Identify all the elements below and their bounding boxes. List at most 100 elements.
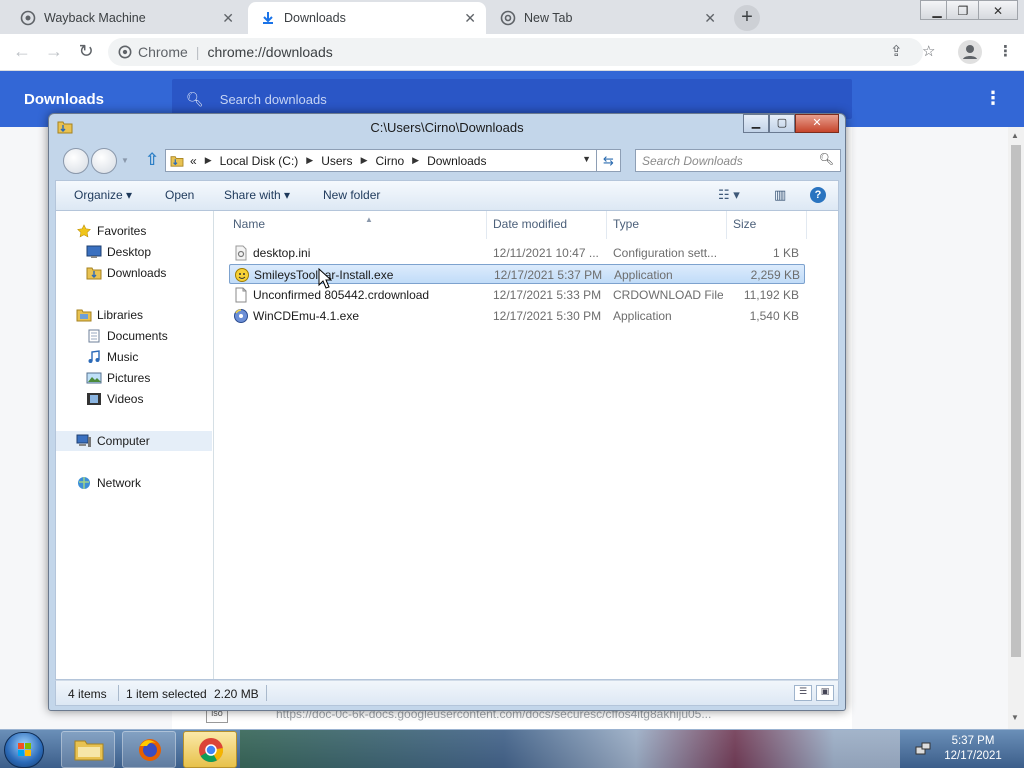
nav-item-desktop[interactable]: Desktop xyxy=(56,242,212,262)
forward-button[interactable] xyxy=(91,148,117,174)
close-window-button[interactable]: ✕ xyxy=(978,0,1018,20)
breadcrumb-item[interactable]: Users xyxy=(321,154,352,168)
nav-label: Documents xyxy=(107,329,168,343)
share-with-button[interactable]: Share with ▾ xyxy=(224,188,290,202)
file-size: 1 KB xyxy=(772,246,799,260)
breadcrumb-item[interactable]: Cirno xyxy=(375,154,404,168)
new-folder-button[interactable]: New folder xyxy=(323,188,380,202)
nav-item-documents[interactable]: Documents xyxy=(56,326,212,346)
status-divider xyxy=(118,685,119,701)
reload-icon[interactable]: ↻ xyxy=(74,41,98,62)
recent-pages-arrow-icon[interactable]: ▼ xyxy=(121,156,129,165)
nav-label: Pictures xyxy=(107,371,151,385)
close-tab-icon[interactable]: ✕ xyxy=(704,10,716,27)
chip-label: Chrome xyxy=(138,44,188,60)
details-view-icon[interactable]: ☰ xyxy=(794,685,812,701)
taskbar-wallpaper xyxy=(240,730,900,768)
breadcrumb-overflow[interactable]: « xyxy=(190,154,197,168)
start-button[interactable] xyxy=(4,732,44,768)
tab-wayback-machine[interactable]: Wayback Machine ✕ xyxy=(8,2,244,34)
breadcrumb[interactable]: « ▶ Local Disk (C:) ▶ Users ▶ Cirno ▶ Do… xyxy=(165,149,597,172)
nav-favorites[interactable]: Favorites xyxy=(56,221,212,241)
up-arrow-icon[interactable]: ⇧ xyxy=(145,150,159,170)
computer-icon xyxy=(76,434,91,447)
column-header-name[interactable]: ▲ Name xyxy=(227,211,487,239)
taskbar-explorer[interactable] xyxy=(61,731,115,768)
chevron-right-icon[interactable]: ▶ xyxy=(412,155,419,166)
documents-icon xyxy=(88,329,100,343)
search-input[interactable]: Search Downloads 🔍︎ xyxy=(635,149,841,172)
back-arrow-icon[interactable]: ← xyxy=(10,41,34,62)
chevron-right-icon[interactable]: ▶ xyxy=(205,155,212,166)
address-bar[interactable]: Chrome | chrome://downloads xyxy=(108,38,923,66)
nav-item-downloads[interactable]: Downloads xyxy=(56,263,212,283)
tab-downloads[interactable]: Downloads ✕ xyxy=(248,2,486,34)
file-type: CRDOWNLOAD File xyxy=(613,288,723,302)
share-icon[interactable]: ⇪ xyxy=(890,42,903,60)
nav-item-videos[interactable]: Videos xyxy=(56,389,212,409)
chevron-right-icon[interactable]: ▶ xyxy=(306,155,313,166)
forward-arrow-icon[interactable]: → xyxy=(42,41,66,62)
large-icons-view-icon[interactable]: ▣ xyxy=(816,685,834,701)
bookmark-star-icon[interactable]: ☆ xyxy=(922,42,935,60)
file-row-unconfirmed-crdownload[interactable]: Unconfirmed 805442.crdownload 12/17/2021… xyxy=(229,285,805,305)
column-header-size[interactable]: Size xyxy=(727,211,807,239)
nav-label: Desktop xyxy=(107,245,152,259)
scroll-thumb[interactable] xyxy=(1011,145,1021,657)
tab-new-tab[interactable]: New Tab ✕ xyxy=(488,2,726,34)
preview-pane-icon[interactable]: ▥ xyxy=(774,187,786,203)
column-header-date[interactable]: Date modified xyxy=(487,211,607,239)
nav-item-music[interactable]: Music xyxy=(56,347,212,367)
help-icon[interactable]: ? xyxy=(810,187,826,203)
organize-button[interactable]: Organize ▾ xyxy=(74,188,132,202)
close-tab-icon[interactable]: ✕ xyxy=(222,10,234,27)
scroll-up-icon[interactable]: ▲ xyxy=(1011,131,1019,140)
search-icon[interactable]: 🔍︎ xyxy=(819,152,834,166)
taskbar-chrome[interactable] xyxy=(183,731,237,768)
new-tab-button[interactable]: + xyxy=(734,5,760,31)
nav-label: Music xyxy=(107,350,139,364)
file-row-smileystoolbar-install[interactable]: SmileysToolbar-Install.exe 12/17/2021 5:… xyxy=(229,264,805,284)
settings-file-icon xyxy=(235,245,247,261)
maximize-button[interactable]: ▢ xyxy=(769,114,795,133)
minimize-button[interactable]: ▁ xyxy=(743,114,769,133)
nav-label: Downloads xyxy=(107,266,167,280)
nav-libraries[interactable]: Libraries xyxy=(56,305,212,325)
nav-computer[interactable]: Computer xyxy=(56,431,212,451)
file-row-desktop-ini[interactable]: desktop.ini 12/11/2021 10:47 ... Configu… xyxy=(229,243,805,263)
search-placeholder: Search downloads xyxy=(219,91,327,107)
open-button[interactable]: Open xyxy=(165,188,194,202)
taskbar: 5:37 PM 12/17/2021 xyxy=(0,729,1024,768)
profile-avatar[interactable] xyxy=(958,40,982,64)
back-button[interactable] xyxy=(63,148,89,174)
page-title: Downloads xyxy=(24,91,105,108)
chrome-icon xyxy=(199,738,224,763)
disc-app-icon xyxy=(234,309,248,323)
address-row: ▼ ⇧ « ▶ Local Disk (C:) ▶ Users ▶ Cirno … xyxy=(53,146,843,178)
desktop-icon xyxy=(86,245,102,258)
restore-button[interactable]: ❐ xyxy=(946,0,980,20)
network-icon xyxy=(78,477,90,489)
scroll-down-icon[interactable]: ▼ xyxy=(1011,713,1019,722)
pictures-icon xyxy=(86,372,102,384)
breadcrumb-item[interactable]: Downloads xyxy=(427,154,486,168)
refresh-button[interactable]: ⇆ xyxy=(597,149,621,172)
system-clock[interactable]: 5:37 PM 12/17/2021 xyxy=(940,734,1006,764)
more-actions-icon[interactable]: ⋮ xyxy=(984,88,1002,109)
nav-item-pictures[interactable]: Pictures xyxy=(56,368,212,388)
column-header-type[interactable]: Type xyxy=(607,211,727,239)
taskbar-firefox[interactable] xyxy=(122,731,176,768)
nav-network[interactable]: Network xyxy=(56,473,212,493)
close-tab-icon[interactable]: ✕ xyxy=(464,10,476,27)
close-button[interactable]: ✕ xyxy=(795,114,839,133)
change-view-icon[interactable]: ☷ ▾ xyxy=(718,187,740,203)
menu-kebab-icon[interactable]: ⋮ xyxy=(998,42,1013,60)
explorer-titlebar[interactable]: C:\Users\Cirno\Downloads ▁ ▢ ✕ xyxy=(49,114,845,142)
breadcrumb-item[interactable]: Local Disk (C:) xyxy=(220,154,299,168)
chevron-down-icon[interactable]: ▼ xyxy=(582,154,591,164)
page-scrollbar[interactable]: ▲ ▼ xyxy=(1008,127,1024,729)
chevron-right-icon[interactable]: ▶ xyxy=(361,155,368,166)
file-type: Configuration sett... xyxy=(613,246,718,260)
network-tray-icon[interactable] xyxy=(915,741,931,757)
file-row-wincdemu[interactable]: WinCDEmu-4.1.exe 12/17/2021 5:30 PM Appl… xyxy=(229,306,805,326)
